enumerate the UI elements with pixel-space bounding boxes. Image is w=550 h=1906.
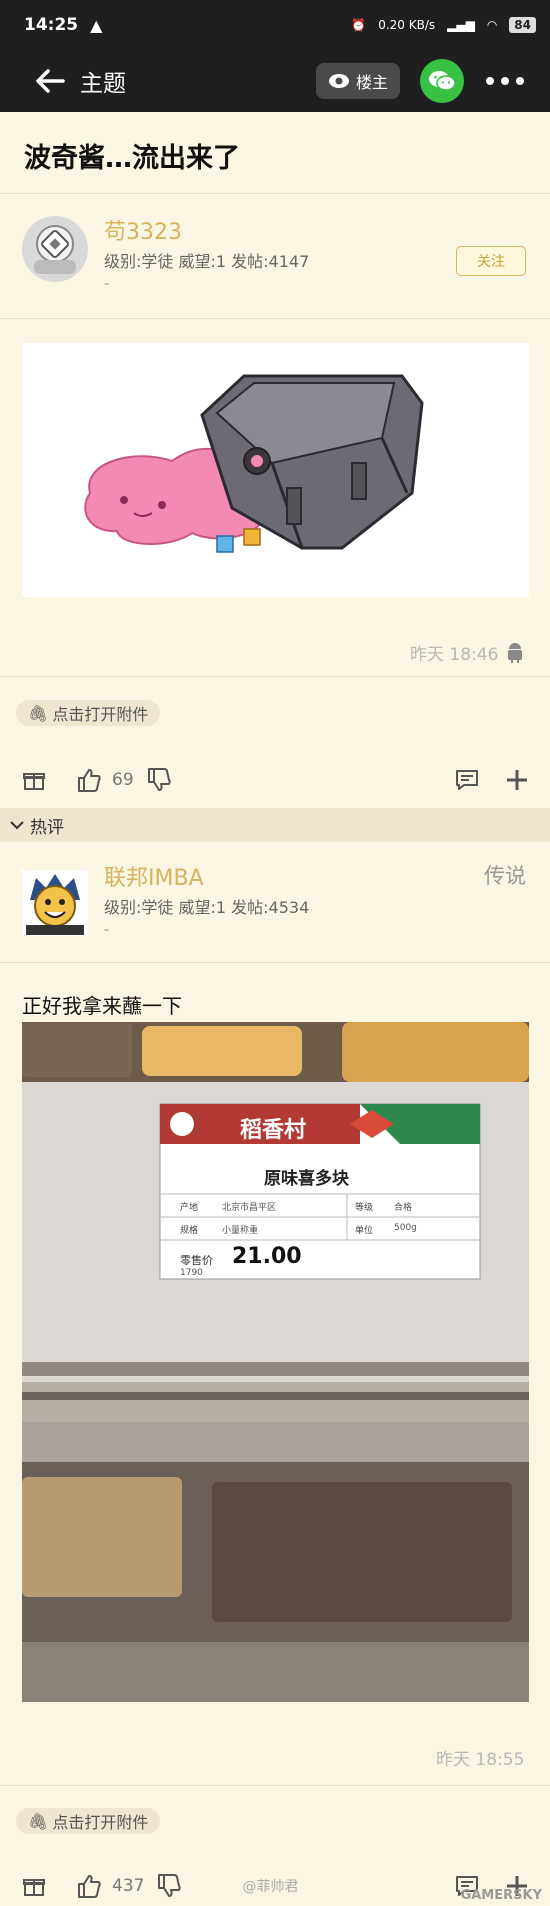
- status-icons: ⏰ 0.20 KB/s ▂▄▆ ◠ 84: [351, 17, 536, 33]
- weibo-watermark: @菲帅君: [242, 1879, 299, 1895]
- arrow-left-icon: [36, 69, 65, 93]
- anime-avatar-icon: [22, 870, 88, 936]
- back-button[interactable]: [26, 57, 74, 105]
- thumbs-up-icon: [78, 769, 101, 792]
- hot-comments-header[interactable]: 热评: [0, 808, 550, 842]
- price-tag-spec-label: 规格: [180, 1226, 199, 1236]
- divider: [0, 962, 550, 963]
- divider: [0, 193, 550, 194]
- only-op-label: 楼主: [355, 73, 388, 92]
- follow-button[interactable]: 关注: [456, 246, 526, 276]
- op-user-sign: -: [104, 276, 110, 292]
- wechat-share-button[interactable]: [420, 59, 464, 103]
- op-user-info: 级别:学徒 威望:1 发帖:4147: [104, 252, 310, 271]
- reply-timestamp: 昨天 18:55: [436, 1745, 524, 1770]
- android-icon: [508, 642, 523, 663]
- reply-time-text: 昨天 18:55: [436, 1750, 525, 1770]
- op-attachment-button[interactable]: 🖇 点击打开附件: [16, 700, 161, 726]
- chevron-down-icon: [10, 821, 24, 830]
- plus-icon: [507, 770, 527, 790]
- price-tag-code: 1790: [180, 1268, 203, 1278]
- reply-like-count: 437: [112, 1876, 145, 1896]
- price-tag-price-label: 零售价: [180, 1254, 213, 1267]
- price-tag-origin-label: 产地: [180, 1203, 199, 1213]
- more-dot-icon: [516, 77, 524, 85]
- more-menu-button[interactable]: [486, 77, 524, 85]
- only-op-button[interactable]: 楼主: [315, 63, 400, 99]
- price-tag-grade-label: 等级: [355, 1203, 374, 1213]
- thread-title: 波奇酱…流出来了: [24, 143, 240, 174]
- reply-avatar[interactable]: [22, 870, 88, 936]
- network-speed: 0.20 KB/s: [378, 18, 436, 32]
- op-attachment-label: 点击打开附件: [52, 705, 149, 724]
- reply-user-info: 级别:学徒 威望:1 发帖:4534: [104, 898, 310, 917]
- op-image[interactable]: [22, 343, 529, 597]
- price-tag-spec: 小量称重: [222, 1226, 259, 1236]
- price-tag-origin: 北京市昌平区: [222, 1203, 277, 1213]
- wifi-icon: ◠: [486, 18, 498, 32]
- top-navbar: 主题 楼主: [0, 50, 550, 112]
- dislike-button[interactable]: [156, 1873, 182, 1899]
- thumbs-up-icon: [78, 1875, 101, 1898]
- like-button[interactable]: [76, 767, 102, 793]
- divider: [0, 318, 550, 319]
- op-username[interactable]: 苟3323: [104, 214, 182, 246]
- alarm-icon: ⏰: [351, 18, 367, 32]
- reply-user-sign: -: [104, 922, 110, 938]
- reply-attachment-button[interactable]: 🖇 点击打开附件: [16, 1808, 161, 1834]
- reply-text: 正好我拿来蘸一下: [22, 994, 182, 1018]
- op-action-bar: 69: [0, 760, 550, 800]
- op-user-block: 苟3323 级别:学徒 威望:1 发帖:4147 - 关注: [0, 210, 550, 300]
- divider: [0, 676, 550, 677]
- status-bar: 14:25 ▲ ⏰ 0.20 KB/s ▂▄▆ ◠ 84: [0, 0, 550, 50]
- reply-image[interactable]: 稻香村 原味喜多块 产地 北京市昌平区 等级 合格 规格 小量称重 单位 500…: [22, 1022, 529, 1702]
- eye-icon: [328, 74, 349, 88]
- more-dot-icon: [486, 77, 494, 85]
- price-tag-product: 原味喜多块: [264, 1169, 349, 1189]
- like-button[interactable]: [76, 1873, 102, 1899]
- battery-indicator: 84: [509, 17, 536, 33]
- op-timestamp: 昨天 18:46: [410, 640, 524, 665]
- reply-username[interactable]: 联邦IMBA: [104, 860, 204, 892]
- op-time-text: 昨天 18:46: [410, 645, 499, 665]
- nav-title: 主题: [80, 71, 126, 97]
- slime-case-illustration: [22, 343, 529, 597]
- price-tag-unit: 500g: [394, 1223, 417, 1233]
- gift-button[interactable]: [22, 1874, 46, 1898]
- wechat-icon: [429, 71, 456, 91]
- divider: [0, 1785, 550, 1786]
- add-button[interactable]: [506, 769, 528, 791]
- hot-comments-label: 热评: [30, 817, 64, 838]
- comment-icon: [456, 770, 478, 790]
- op-avatar[interactable]: [22, 216, 88, 282]
- gift-button[interactable]: [22, 768, 46, 792]
- reply-attachment-label: 点击打开附件: [52, 1813, 149, 1832]
- paperclip-icon: 🖇: [28, 1811, 49, 1831]
- op-like-count: 69: [112, 770, 134, 790]
- comment-button[interactable]: [454, 768, 480, 792]
- reply-user-block: 联邦IMBA 级别:学徒 威望:1 发帖:4534 - 传说: [0, 858, 550, 948]
- signal-icon: ▂▄▆: [447, 18, 475, 32]
- dislike-button[interactable]: [146, 767, 172, 793]
- warning-icon: ▲: [90, 15, 103, 35]
- site-watermark: GAMERSKY: [460, 1888, 542, 1903]
- price-tag-grade: 合格: [394, 1203, 413, 1213]
- status-time: 14:25: [24, 15, 79, 35]
- price-tag-price: 21.00: [232, 1244, 302, 1269]
- price-tag-unit-label: 单位: [355, 1226, 374, 1236]
- more-dot-icon: [501, 77, 509, 85]
- thumbs-down-icon: [158, 1874, 182, 1897]
- price-tag-brand: 稻香村: [240, 1118, 307, 1143]
- paperclip-icon: 🖇: [28, 703, 49, 723]
- thumbs-down-icon: [147, 768, 171, 791]
- robot-avatar-icon: [22, 216, 88, 282]
- gift-icon: [23, 773, 45, 790]
- reply-floor-rank: 传说: [484, 864, 526, 888]
- gift-icon: [23, 1879, 45, 1896]
